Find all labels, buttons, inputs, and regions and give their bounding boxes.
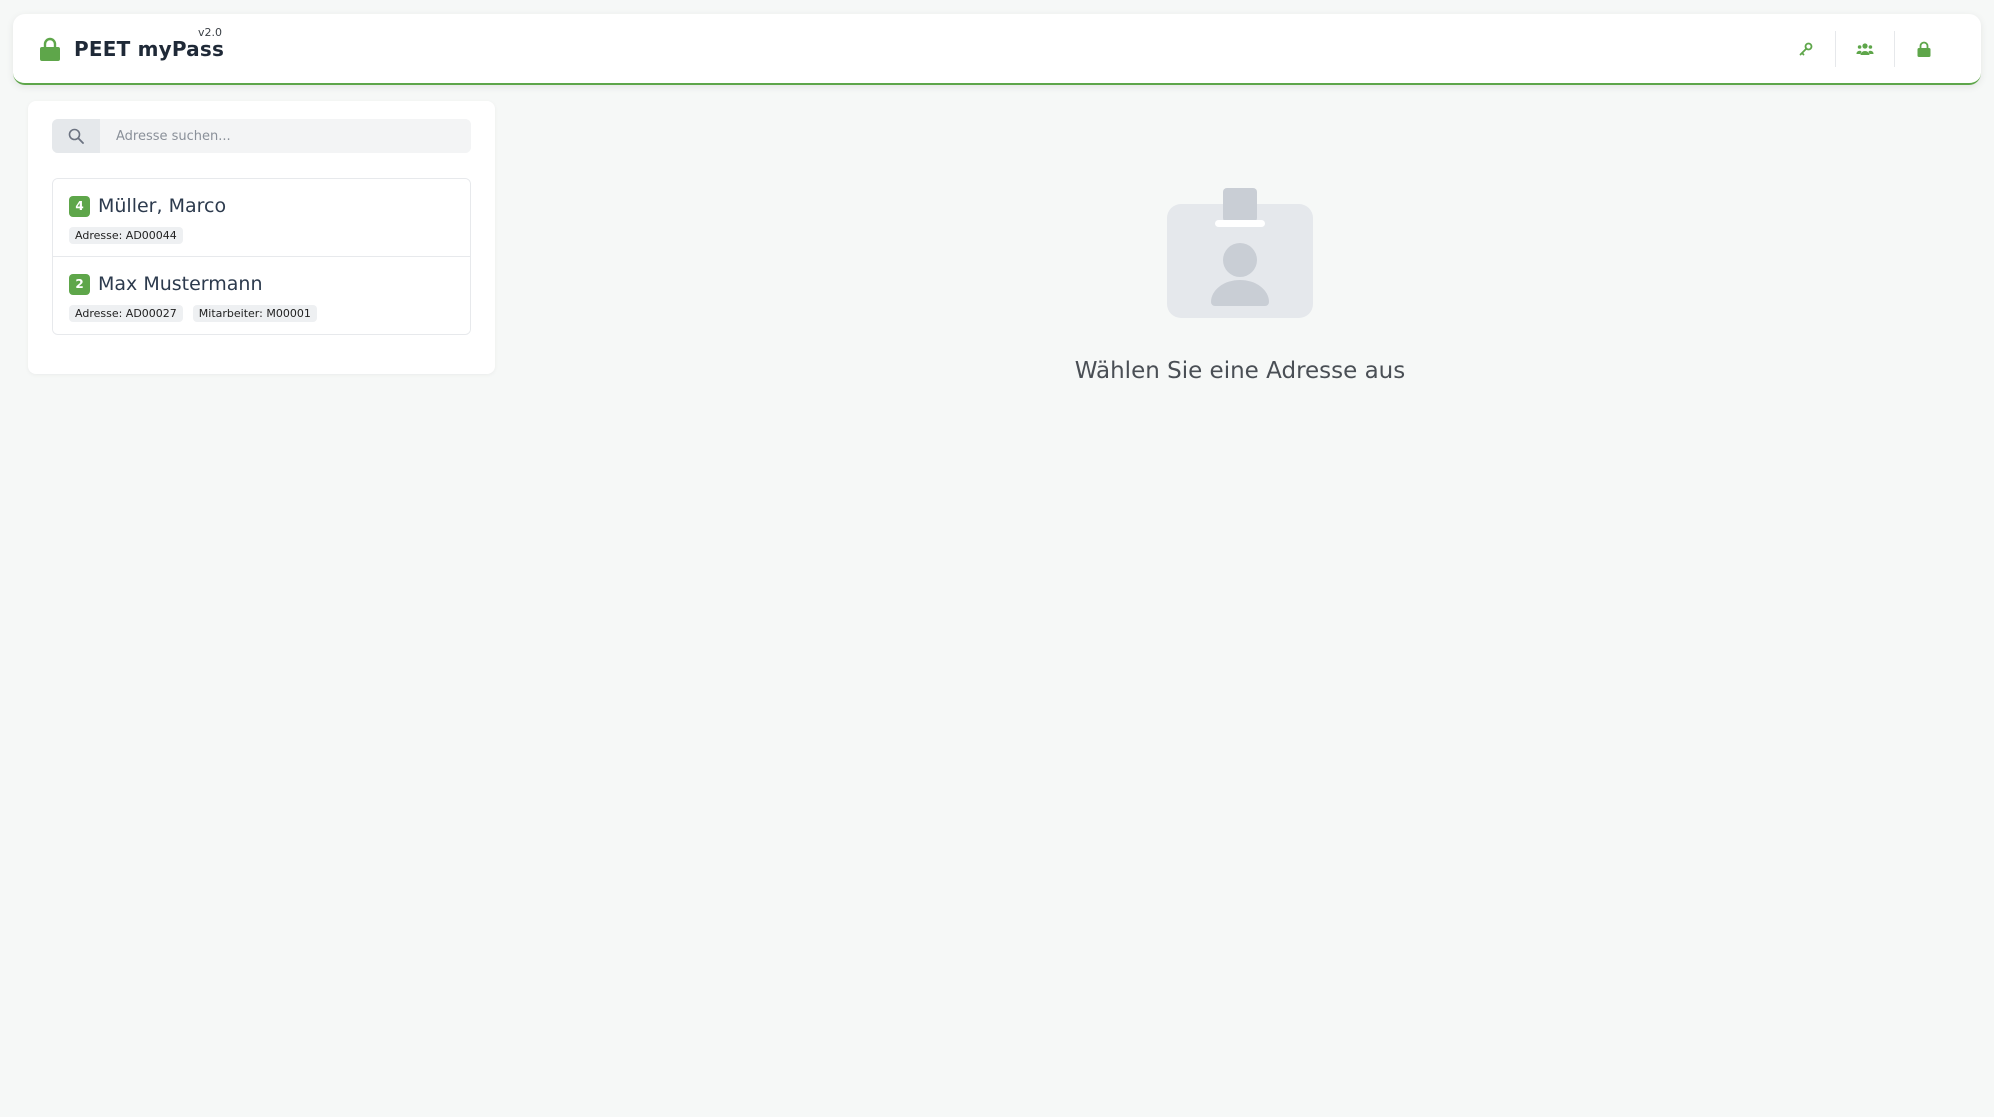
logout-button[interactable]: [1895, 29, 1953, 69]
address-id-tag: Adresse: AD00027: [69, 305, 183, 322]
app-version: v2.0: [198, 25, 223, 39]
result-head: 4 Müller, Marco: [69, 195, 454, 217]
empty-state: Wählen Sie eine Adresse aus: [1040, 188, 1440, 384]
address-sidebar: 4 Müller, Marco Adresse: AD00044 2 Max M…: [28, 101, 495, 374]
brand[interactable]: PEET myPass v2.0: [40, 26, 225, 61]
users-icon: [1856, 42, 1874, 55]
key-icon: [1799, 42, 1813, 55]
tag-list: Adresse: AD00044: [69, 227, 454, 244]
address-name: Max Mustermann: [98, 273, 263, 295]
result-head: 2 Max Mustermann: [69, 273, 454, 295]
search-addon: [52, 119, 100, 153]
address-result-list: 4 Müller, Marco Adresse: AD00044 2 Max M…: [52, 178, 471, 335]
count-badge: 4: [69, 195, 90, 217]
empty-state-message: Wählen Sie eine Adresse aus: [1074, 358, 1406, 384]
search-icon: [68, 128, 84, 144]
lock-icon: [40, 37, 60, 61]
lock-icon: [1917, 41, 1931, 57]
top-navbar: PEET myPass v2.0: [13, 14, 1981, 85]
address-list-item[interactable]: 4 Müller, Marco Adresse: AD00044: [53, 179, 470, 256]
id-badge-icon: [1167, 188, 1313, 318]
address-list-item[interactable]: 2 Max Mustermann Adresse: AD00027 Mitarb…: [53, 256, 470, 334]
tag-list: Adresse: AD00027 Mitarbeiter: M00001: [69, 305, 454, 322]
address-search-input[interactable]: [100, 119, 471, 153]
search-group: [52, 119, 471, 153]
count-badge: 2: [69, 273, 90, 295]
passwords-button[interactable]: [1777, 29, 1835, 69]
employee-id-tag: Mitarbeiter: M00001: [192, 305, 317, 322]
users-button[interactable]: [1836, 29, 1894, 69]
nav-actions: [1777, 29, 1953, 69]
app-title: PEET myPass: [74, 36, 225, 61]
address-id-tag: Adresse: AD00044: [69, 227, 183, 244]
address-name: Müller, Marco: [98, 195, 227, 217]
